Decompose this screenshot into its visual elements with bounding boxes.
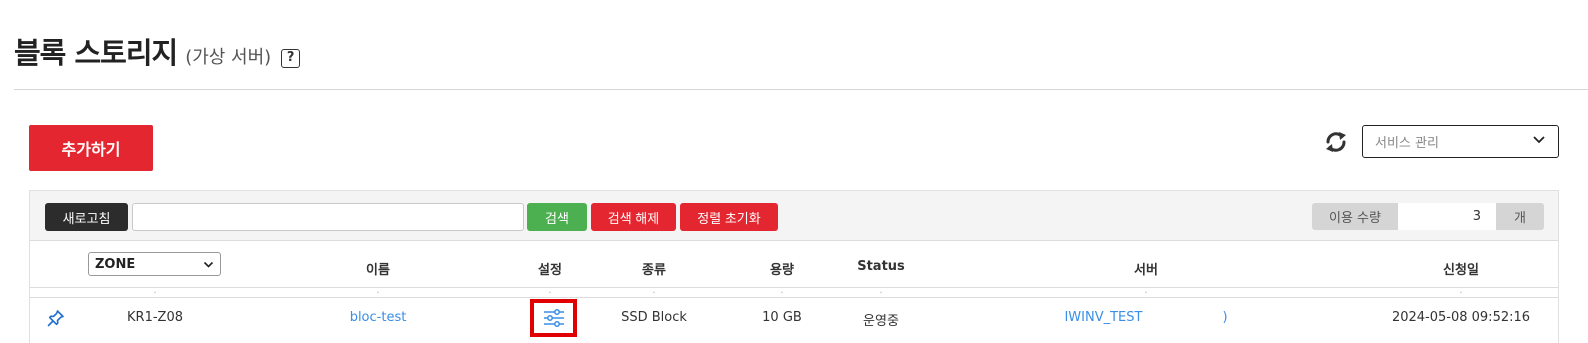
refresh-button[interactable]: 새로고침 (45, 203, 128, 231)
sort-indicator: · (652, 288, 656, 299)
zone-cell: KR1-Z08 (127, 310, 183, 325)
title-divider (14, 89, 1588, 90)
chevron-down-icon (203, 261, 214, 268)
sort-indicator: · (376, 288, 380, 299)
column-header-status[interactable]: Status (857, 259, 905, 274)
capacity-cell: 10 GB (762, 310, 802, 325)
zone-filter-select[interactable]: ZONE (88, 252, 221, 276)
name-link[interactable]: bloc-test (350, 310, 407, 325)
page-subtitle: (가상 서버) (185, 47, 272, 68)
clear-search-button[interactable]: 검색 해제 (591, 203, 676, 231)
usage-label: 이용 수량 (1312, 203, 1398, 230)
column-header-date[interactable]: 신청일 (1443, 259, 1479, 278)
server-link[interactable]: IWINV_TEST) (1064, 310, 1227, 325)
search-input[interactable] (132, 203, 524, 231)
sort-indicator: · (1459, 288, 1463, 299)
storage-panel: 새로고침 검색 검색 해제 정렬 초기화 이용 수량 3 개 ZONE 이름 설… (29, 190, 1559, 343)
page-header: 블록 스토리지 (가상 서버) ? (14, 30, 301, 70)
column-header-name[interactable]: 이름 (366, 259, 390, 278)
usage-counter: 이용 수량 3 개 (1312, 203, 1544, 230)
usage-count: 3 (1398, 203, 1496, 230)
status-cell: 운영중 (863, 314, 899, 329)
page-title: 블록 스토리지 (14, 36, 178, 70)
toolbar: 새로고침 검색 검색 해제 정렬 초기화 이용 수량 3 개 (30, 191, 1558, 241)
sort-indicator: · (780, 288, 784, 299)
usage-unit: 개 (1496, 203, 1544, 230)
server-name: IWINV_TEST (1064, 310, 1143, 325)
sort-indicator: · (548, 288, 552, 299)
sort-indicator: · (879, 288, 883, 299)
sliders-icon (543, 309, 564, 327)
search-button[interactable]: 검색 (527, 203, 587, 231)
service-select[interactable]: 서비스 관리 (1362, 125, 1559, 158)
server-suffix: ) (1222, 310, 1228, 325)
column-header-server[interactable]: 서버 (1134, 259, 1158, 278)
table-header: ZONE 이름 설정 종류 용량 Status 서버 신청일 (30, 242, 1558, 288)
column-header-type[interactable]: 종류 (642, 259, 666, 278)
date-cell: 2024-05-08 09:52:16 (1391, 310, 1531, 325)
column-header-settings: 설정 (538, 263, 562, 278)
sort-indicator: · (153, 288, 157, 299)
reset-sort-button[interactable]: 정렬 초기화 (680, 203, 778, 231)
service-select-value: 서비스 관리 (1375, 136, 1439, 151)
refresh-icon[interactable] (1323, 129, 1349, 155)
column-header-capacity[interactable]: 용량 (770, 259, 794, 278)
settings-button[interactable] (530, 299, 577, 337)
type-cell: SSD Block (621, 310, 687, 325)
sort-indicator-bar: · · · · · · · · (30, 288, 1558, 299)
add-button[interactable]: 추가하기 (29, 125, 153, 171)
sort-indicator: · (1144, 288, 1148, 299)
chevron-down-icon (1533, 136, 1545, 144)
pin-icon[interactable] (47, 309, 65, 327)
help-icon[interactable]: ? (281, 49, 301, 68)
table-row: KR1-Z08 bloc-test SSD Block 10 GB 운영중 IW… (30, 299, 1558, 339)
zone-filter-value: ZONE (95, 256, 136, 272)
